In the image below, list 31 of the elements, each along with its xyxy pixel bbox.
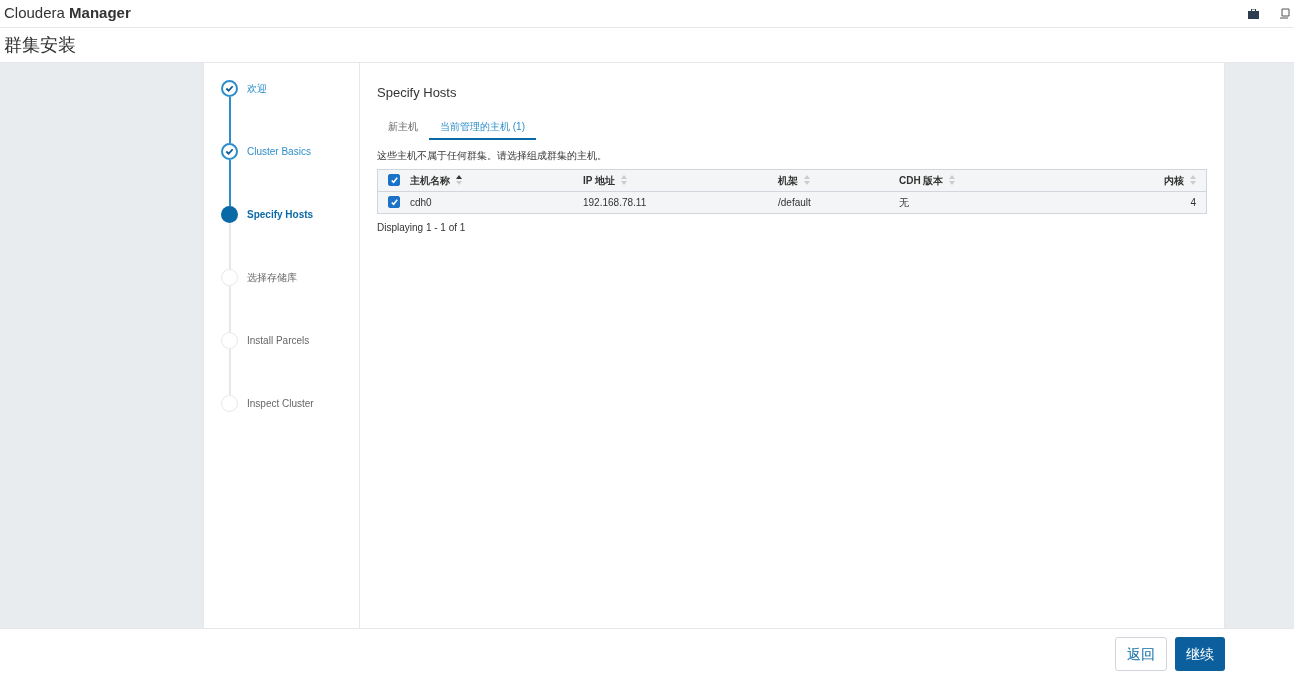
step-label: Specify Hosts xyxy=(247,208,314,222)
table-cell: cdh0 xyxy=(410,196,432,208)
briefcase-icon[interactable] xyxy=(1248,8,1259,19)
checkmark-icon xyxy=(389,175,399,185)
column-header[interactable]: CDH 版本 xyxy=(899,172,944,188)
tab[interactable]: 当前管理的主机 (1) xyxy=(429,115,536,140)
checkmark-icon xyxy=(389,197,399,207)
step-label: 选择存储库 xyxy=(247,271,297,285)
table-cell: 192.168.78.11 xyxy=(583,196,647,208)
column-header[interactable]: 内核 xyxy=(1164,172,1184,188)
brand-logo-text[interactable]: Cloudera Manager xyxy=(4,2,131,25)
step-label: Inspect Cluster xyxy=(247,397,314,411)
table-cell: 4 xyxy=(1190,196,1196,208)
monitor-icon[interactable] xyxy=(1280,8,1290,19)
table-cell: /default xyxy=(778,196,811,208)
step-label: Install Parcels xyxy=(247,334,310,348)
back-button[interactable]: 返回 xyxy=(1115,637,1167,671)
column-header[interactable]: IP 地址 xyxy=(583,172,616,188)
tab[interactable]: 新主机 xyxy=(377,115,429,140)
checkbox[interactable] xyxy=(388,196,400,208)
step-label: Cluster Basics xyxy=(247,145,311,159)
checkbox[interactable] xyxy=(388,174,400,186)
step-label: 欢迎 xyxy=(247,82,267,96)
page-title: 群集安装 xyxy=(4,33,76,57)
column-header[interactable]: 机架 xyxy=(778,172,798,188)
table-cell: 无 xyxy=(899,196,909,208)
description-text: 这些主机不属于任何群集。请选择组成群集的主机。 xyxy=(377,148,608,163)
pagination-text: Displaying 1 - 1 of 1 xyxy=(377,220,467,235)
section-title: Specify Hosts xyxy=(377,84,458,102)
column-header[interactable]: 主机名称 xyxy=(410,172,450,188)
continue-button[interactable]: 继续 xyxy=(1175,637,1225,671)
